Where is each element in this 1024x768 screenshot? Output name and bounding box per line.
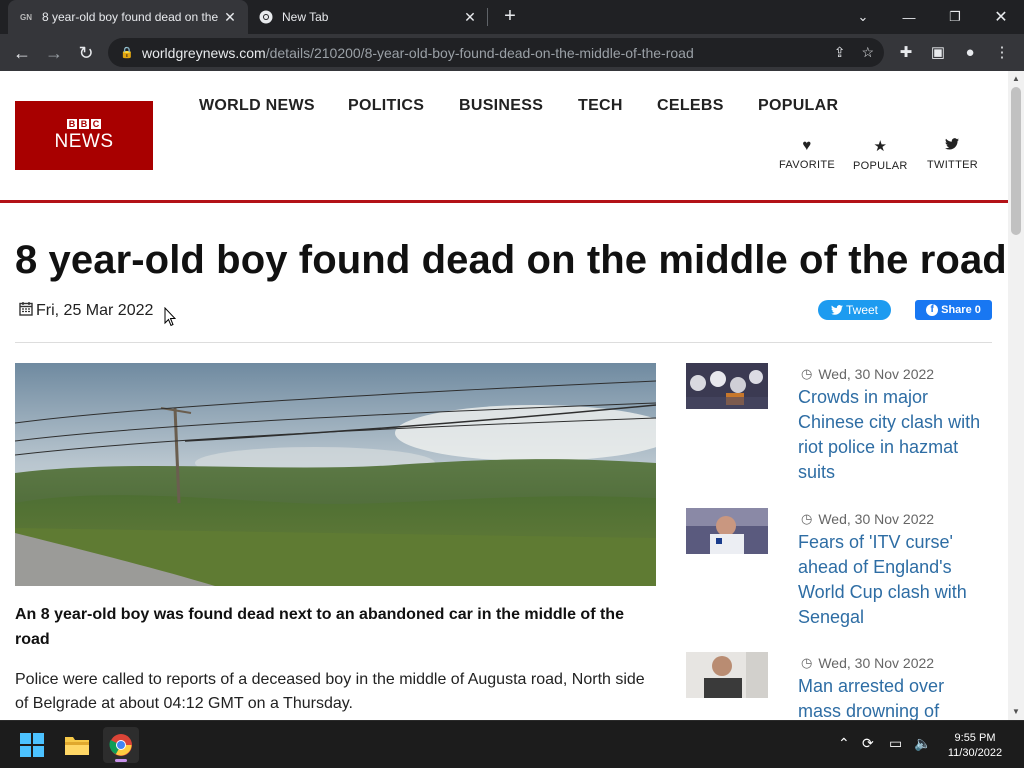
- close-tab-icon[interactable]: ✕: [222, 9, 238, 26]
- facebook-icon: f: [926, 304, 939, 316]
- logo-letter: B: [79, 118, 89, 129]
- side-panel-icon[interactable]: ▣: [928, 42, 948, 62]
- star-icon: ★: [873, 138, 888, 155]
- address-bar[interactable]: 🔒 worldgreynews.com/details/210200/8-yea…: [108, 38, 884, 67]
- reload-button[interactable]: ↻: [73, 40, 99, 66]
- sync-icon[interactable]: ⟳: [862, 735, 874, 752]
- back-button[interactable]: ←: [9, 40, 35, 66]
- tab-article[interactable]: GN 8 year-old boy found dead on the midd…: [8, 0, 248, 34]
- clock-icon: ◷: [801, 366, 813, 381]
- volume-icon[interactable]: 🔈: [914, 735, 931, 752]
- share-label: Share 0: [941, 304, 981, 316]
- taskbar: ⌃ ⟳ ▭ 🔈 9:55 PM 11/30/2022: [0, 720, 1024, 768]
- article-date: Fri, 25 Mar 2022: [19, 301, 153, 320]
- clock-time: 9:55 PM: [954, 732, 996, 744]
- quick-label: TWITTER: [927, 159, 978, 171]
- scroll-down-icon[interactable]: ▼: [1008, 704, 1024, 720]
- quick-favorite[interactable]: ♥ FAVORITE: [779, 137, 835, 171]
- twitter-icon: [830, 305, 843, 315]
- lock-icon[interactable]: 🔒: [120, 46, 134, 59]
- nav-politics[interactable]: POLITICS: [348, 97, 424, 115]
- logo-blocks: B B C: [67, 118, 101, 129]
- quick-twitter[interactable]: TWITTER: [927, 137, 978, 171]
- close-window-button[interactable]: ✕: [978, 0, 1024, 34]
- profile-icon[interactable]: ●: [960, 42, 980, 62]
- scroll-up-icon[interactable]: ▲: [1008, 71, 1024, 87]
- tab-strip: GN 8 year-old boy found dead on the midd…: [0, 0, 1024, 34]
- story-date-text: Wed, 30 Nov 2022: [818, 655, 935, 671]
- tab-search-icon[interactable]: ⌄: [840, 0, 886, 34]
- tab-title: New Tab: [282, 10, 329, 24]
- clock-date: 11/30/2022: [947, 747, 1003, 759]
- story-title-link[interactable]: Fears of 'ITV curse' ahead of England's …: [798, 530, 992, 630]
- calendar-icon: [19, 301, 33, 320]
- scrollbar-thumb[interactable]: [1011, 87, 1021, 235]
- chrome-icon: [258, 9, 274, 25]
- header-divider: [0, 200, 1008, 203]
- tab-title: 8 year-old boy found dead on the middle …: [42, 10, 222, 24]
- quick-popular[interactable]: ★ POPULAR: [853, 137, 908, 172]
- heart-icon: ♥: [802, 137, 812, 154]
- article-hero-image: [15, 363, 656, 586]
- clock-icon: ◷: [801, 511, 813, 526]
- story-title-link[interactable]: Crowds in major Chinese city clash with …: [798, 385, 992, 485]
- url-path: /details/210200/8-year-old-boy-found-dea…: [265, 44, 694, 61]
- mouse-cursor-icon: [164, 307, 176, 327]
- logo-text: NEWS: [54, 130, 114, 152]
- story-date: ◷ Wed, 30 Nov 2022: [801, 366, 934, 382]
- file-explorer-icon[interactable]: [59, 727, 95, 763]
- nav-popular[interactable]: POPULAR: [758, 97, 838, 115]
- clock-icon: ◷: [801, 655, 813, 670]
- quick-label: POPULAR: [853, 160, 908, 172]
- url-host: worldgreynews.com: [142, 44, 266, 61]
- story-thumbnail[interactable]: [686, 363, 768, 409]
- story-thumbnail[interactable]: [686, 652, 768, 698]
- article-date-text: Fri, 25 Mar 2022: [36, 301, 154, 319]
- minimize-button[interactable]: —: [886, 0, 932, 34]
- web-page: B B C NEWS WORLD NEWS POLITICS BUSINESS …: [0, 71, 1008, 720]
- logo-letter: B: [67, 118, 77, 129]
- restore-button[interactable]: ❐: [932, 0, 978, 34]
- new-tab-button[interactable]: +: [498, 5, 522, 29]
- nav-business[interactable]: BUSINESS: [459, 97, 543, 115]
- article-lede: An 8 year-old boy was found dead next to…: [15, 606, 624, 648]
- forward-button[interactable]: →: [41, 40, 67, 66]
- bookmark-star-icon[interactable]: ☆: [861, 44, 874, 61]
- nav-world-news[interactable]: WORLD NEWS: [199, 97, 315, 115]
- page-scrollbar[interactable]: ▲ ▼: [1008, 71, 1024, 720]
- chrome-icon[interactable]: [103, 727, 139, 763]
- menu-icon[interactable]: ⋮: [992, 42, 1012, 62]
- quick-label: FAVORITE: [779, 159, 835, 171]
- article-divider: [15, 342, 992, 343]
- browser-toolbar: ← → ↻ 🔒 worldgreynews.com/details/210200…: [0, 34, 1024, 71]
- nav-celebs[interactable]: CELEBS: [657, 97, 724, 115]
- nav-tech[interactable]: TECH: [578, 97, 623, 115]
- network-icon[interactable]: ▭: [889, 735, 902, 752]
- close-tab-icon[interactable]: ✕: [462, 9, 478, 26]
- story-thumbnail[interactable]: [686, 508, 768, 554]
- start-icon[interactable]: [14, 727, 50, 763]
- story-date: ◷ Wed, 30 Nov 2022: [801, 655, 934, 671]
- article-paragraph: Police were called to reports of a decea…: [15, 671, 645, 712]
- story-title-link[interactable]: Man arrested over mass drowning of: [798, 674, 992, 720]
- extensions-icon[interactable]: ✚: [896, 42, 916, 62]
- site-logo[interactable]: B B C NEWS: [15, 101, 153, 170]
- tab-new-tab[interactable]: New Tab ✕: [248, 0, 488, 34]
- share-page-icon[interactable]: ⇪: [834, 44, 846, 61]
- system-clock[interactable]: 9:55 PM 11/30/2022: [940, 731, 1010, 761]
- logo-letter: C: [91, 118, 101, 129]
- story-date: ◷ Wed, 30 Nov 2022: [801, 511, 934, 527]
- tweet-label: Tweet: [845, 303, 878, 317]
- story-date-text: Wed, 30 Nov 2022: [818, 511, 935, 527]
- twitter-icon: [927, 137, 978, 154]
- tweet-button[interactable]: Tweet: [818, 300, 891, 320]
- story-date-text: Wed, 30 Nov 2022: [818, 366, 935, 382]
- show-hidden-icons-icon[interactable]: ⌃: [838, 735, 850, 752]
- facebook-share-button[interactable]: f Share 0: [915, 300, 992, 320]
- article-headline: 8 year-old boy found dead on the middle …: [15, 238, 1007, 282]
- site-favicon-icon: GN: [20, 12, 32, 22]
